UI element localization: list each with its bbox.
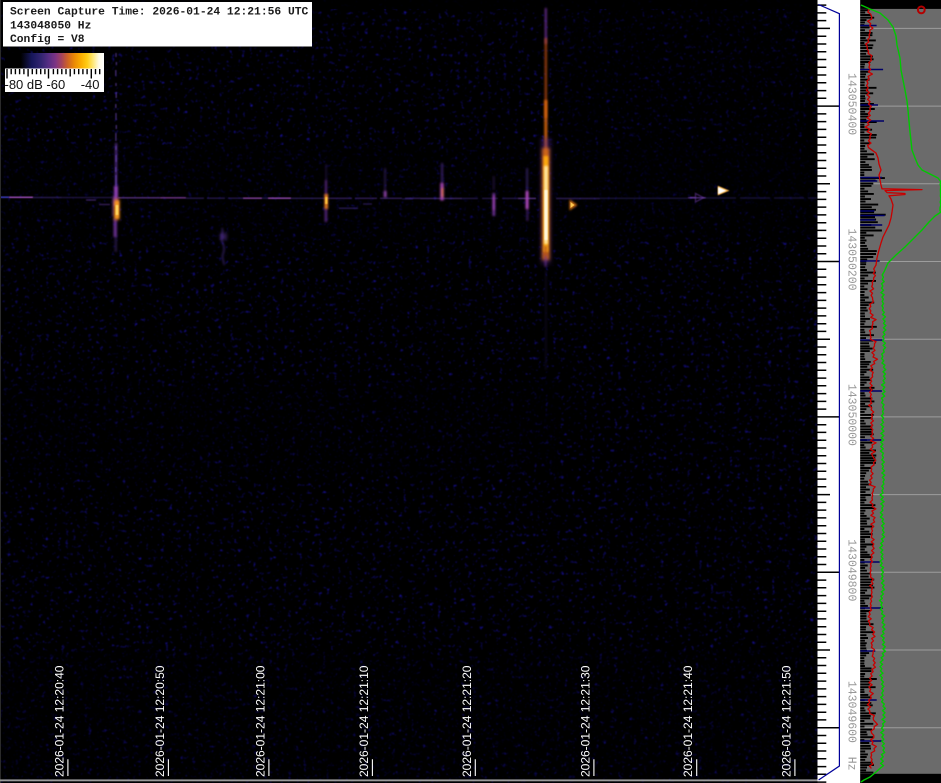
svg-text:143050400: 143050400 <box>845 73 858 135</box>
svg-text:Config = V8: Config = V8 <box>10 34 85 46</box>
svg-text:Screen Capture Time: 2026-01-2: Screen Capture Time: 2026-01-24 12:21:56… <box>10 7 309 19</box>
svg-text:2026-01-24 12:21:50: 2026-01-24 12:21:50 <box>779 665 793 777</box>
svg-text:2026-01-24 12:20:40: 2026-01-24 12:20:40 <box>52 665 66 777</box>
svg-text:143050200: 143050200 <box>845 228 858 290</box>
svg-text:-80 dB -60: -80 dB -60 <box>5 77 66 92</box>
svg-text:2026-01-24 12:21:10: 2026-01-24 12:21:10 <box>357 665 371 777</box>
svg-text:2026-01-24 12:21:40: 2026-01-24 12:21:40 <box>681 665 695 777</box>
svg-text:2026-01-24 12:21:20: 2026-01-24 12:21:20 <box>460 665 474 777</box>
svg-text:143050000: 143050000 <box>845 384 858 446</box>
svg-text:143049600 Hz: 143049600 Hz <box>845 681 858 771</box>
svg-text:2026-01-24 12:20:50: 2026-01-24 12:20:50 <box>153 665 167 777</box>
svg-text:143048050 Hz: 143048050 Hz <box>10 21 91 33</box>
svg-text:2026-01-24 12:21:00: 2026-01-24 12:21:00 <box>253 665 267 777</box>
svg-text:143049800: 143049800 <box>845 539 858 601</box>
svg-text:2026-01-24 12:21:30: 2026-01-24 12:21:30 <box>578 665 592 777</box>
svg-text:-40: -40 <box>81 77 100 92</box>
